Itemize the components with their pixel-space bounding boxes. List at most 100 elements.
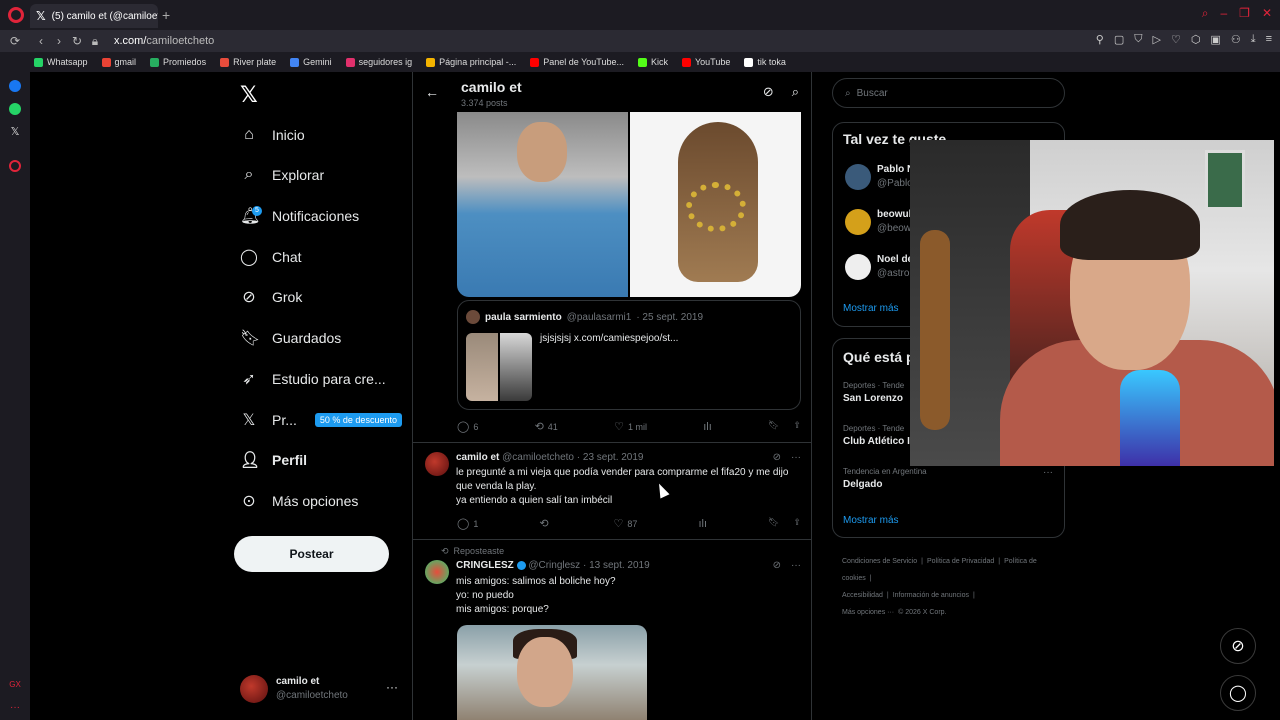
account-name: camilo et <box>276 676 320 687</box>
url-field[interactable]: x.com/camiloetcheto <box>114 35 214 47</box>
footer-links: Condiciones de Servicio | Política de Priv… <box>842 553 1062 621</box>
browser-tab[interactable]: 𝕏 (5) camilo et (@camiloetcheto <box>30 4 158 28</box>
bookmark-item[interactable]: YouTube <box>681 57 730 67</box>
nav-item-notificaciones[interactable]: 🔔︎ 5 Notificaciones <box>240 201 359 231</box>
nav-item-inicio[interactable]: ⌂ Inicio <box>240 120 305 150</box>
bookmark-item[interactable]: seguidores ig <box>345 57 412 67</box>
like-button[interactable]: ♡ 1 mil <box>614 420 647 433</box>
footer-link[interactable]: Más opciones ··· <box>842 609 894 616</box>
more-dots-icon[interactable]: ··· <box>791 452 801 463</box>
heart-icon[interactable]: ♡ <box>1171 33 1181 46</box>
bookmark-item[interactable]: River plate <box>220 57 276 67</box>
repost-button[interactable]: ⟲ 41 <box>535 420 558 433</box>
more-dots-icon[interactable]: ··· <box>791 560 801 571</box>
tweet[interactable]: CRINGLESZ @Cringlesz · 13 sept. 2019 ⊘ ·… <box>413 560 811 720</box>
selfie-image[interactable] <box>457 112 628 297</box>
x-sidebar-icon[interactable]: 𝕏 <box>9 126 21 138</box>
suggestion-item[interactable]: Noel de @astron <box>845 253 915 281</box>
x-logo-icon[interactable]: 𝕏 <box>240 82 258 108</box>
back-button[interactable]: ‹ <box>32 34 50 48</box>
nav-item-estudio[interactable]: ➶ Estudio para cre... <box>240 364 385 394</box>
footer-link[interactable]: © 2026 X Corp. <box>898 609 946 616</box>
views-button[interactable]: ılı <box>703 420 712 433</box>
quoted-tweet[interactable]: paula sarmiento @paulasarmi1 · 25 sept. … <box>457 300 801 410</box>
bookmark-item[interactable]: tik toka <box>744 57 786 67</box>
quote-thumbnails[interactable] <box>466 333 532 401</box>
share-icon[interactable]: ⇪ <box>793 420 801 433</box>
gx-icon[interactable]: GX <box>9 680 21 692</box>
new-tab-button[interactable]: + <box>162 7 170 23</box>
more-dots-icon[interactable]: ··· <box>386 680 398 694</box>
forward-button[interactable]: › <box>50 34 68 48</box>
footer-link[interactable]: Accesibilidad <box>842 592 883 599</box>
chat-fab-button[interactable]: ◯ <box>1220 675 1256 711</box>
more-dots-icon[interactable]: ··· <box>1043 467 1053 478</box>
bookmark-item[interactable]: Whatsapp <box>34 57 88 67</box>
extensions-icon[interactable]: ⬡ <box>1191 33 1201 46</box>
bookmark-item[interactable]: Promiedos <box>150 57 206 67</box>
search-input[interactable] <box>856 87 1047 99</box>
nav-item-chat[interactable]: ◯ Chat <box>240 242 302 272</box>
search-box[interactable]: ⌕ <box>832 78 1065 108</box>
play-icon[interactable]: ▷ <box>1152 33 1160 46</box>
bookmark-item[interactable]: Panel de YouTube... <box>530 57 624 67</box>
reply-button[interactable]: ◯ 1 <box>457 517 478 530</box>
nav-item-mas-opciones[interactable]: ⊙ Más opciones <box>240 486 358 516</box>
suggestion-item[interactable]: beowul @beow <box>845 208 911 236</box>
grok-icon[interactable]: ⊘ <box>763 84 774 100</box>
snapshot-icon[interactable]: ▢ <box>1114 33 1124 46</box>
grok-fab-button[interactable]: ⊘ <box>1220 628 1256 664</box>
pin-icon[interactable]: ⚲ <box>1096 33 1104 46</box>
bookmark-item[interactable]: Gemini <box>290 57 332 67</box>
tweet-image[interactable] <box>457 625 647 720</box>
maximize-button[interactable]: ❐ <box>1239 6 1250 21</box>
search-tabs-icon[interactable]: ⌕ <box>1202 6 1209 21</box>
minimize-button[interactable]: – <box>1220 6 1227 21</box>
tweet-image-pair[interactable] <box>457 112 801 297</box>
bookmark-icon[interactable]: 🔖︎ <box>768 420 779 433</box>
account-switcher[interactable]: camilo et @camiloetcheto ··· <box>240 672 400 706</box>
messenger-icon[interactable] <box>9 80 21 92</box>
nav-item-explorar[interactable]: ⌕ Explorar <box>240 160 325 190</box>
post-button[interactable]: Postear <box>234 536 389 572</box>
bookmark-item[interactable]: gmail <box>101 57 136 67</box>
grok-icon[interactable]: ⊘ <box>773 560 781 571</box>
sidebar-more-icon[interactable]: ··· <box>9 702 21 714</box>
views-button[interactable]: ılı <box>698 517 707 530</box>
whatsapp-icon[interactable] <box>9 103 21 115</box>
grok-icon[interactable]: ⊘ <box>773 452 781 463</box>
footer-link[interactable]: Política de Privacidad <box>927 558 994 565</box>
show-more-link[interactable]: Mostrar más <box>843 515 899 526</box>
menu-icon[interactable]: ≡ <box>1266 33 1272 46</box>
wallet-icon[interactable]: ▣ <box>1210 33 1220 46</box>
repost-button[interactable]: ⟲ <box>539 517 552 530</box>
bell-icon: 🔔︎ 5 <box>240 206 262 225</box>
suggestion-item[interactable]: Pablo N @Pablo <box>845 163 914 191</box>
settings-icon[interactable] <box>9 160 21 172</box>
trend-item[interactable]: Tendencia en Argentina Delgado ··· <box>843 467 1053 490</box>
opera-logo-icon[interactable] <box>8 7 24 23</box>
search-icon[interactable]: ⌕ <box>792 84 799 100</box>
shield-icon[interactable]: ⛉ <box>1134 33 1142 46</box>
reload-button[interactable]: ↻ <box>68 34 86 48</box>
download-icon[interactable]: ⤓ <box>1251 33 1256 46</box>
nav-item-premium[interactable]: 𝕏 Pr... 50 % de descuento <box>240 405 402 435</box>
reply-button[interactable]: ◯ 6 <box>457 420 478 433</box>
sync-icon[interactable]: ⟳ <box>6 34 24 48</box>
bookmark-icon[interactable]: 🔖︎ <box>768 517 779 530</box>
show-more-link[interactable]: Mostrar más <box>843 303 899 314</box>
bookmark-item[interactable]: Kick <box>637 57 668 67</box>
nav-item-guardados[interactable]: 🔖︎ Guardados <box>240 323 341 353</box>
share-icon[interactable]: ⇪ <box>793 517 801 530</box>
nav-item-grok[interactable]: ⊘ Grok <box>240 282 302 312</box>
like-button[interactable]: ♡ 87 <box>614 517 638 530</box>
footer-link[interactable]: Condiciones de Servicio <box>842 558 917 565</box>
close-window-button[interactable]: ✕ <box>1262 6 1272 21</box>
footer-link[interactable]: Información de anuncios <box>893 592 969 599</box>
alien-meme-image[interactable] <box>630 112 801 297</box>
rocket-icon: ➶ <box>242 371 256 388</box>
back-arrow-icon[interactable]: ← <box>425 84 439 100</box>
nav-item-perfil[interactable]: 👤︎ Perfil <box>240 445 307 475</box>
bookmark-item[interactable]: Página principal -... <box>426 57 516 67</box>
account-icon[interactable]: ⚇ <box>1231 33 1241 46</box>
